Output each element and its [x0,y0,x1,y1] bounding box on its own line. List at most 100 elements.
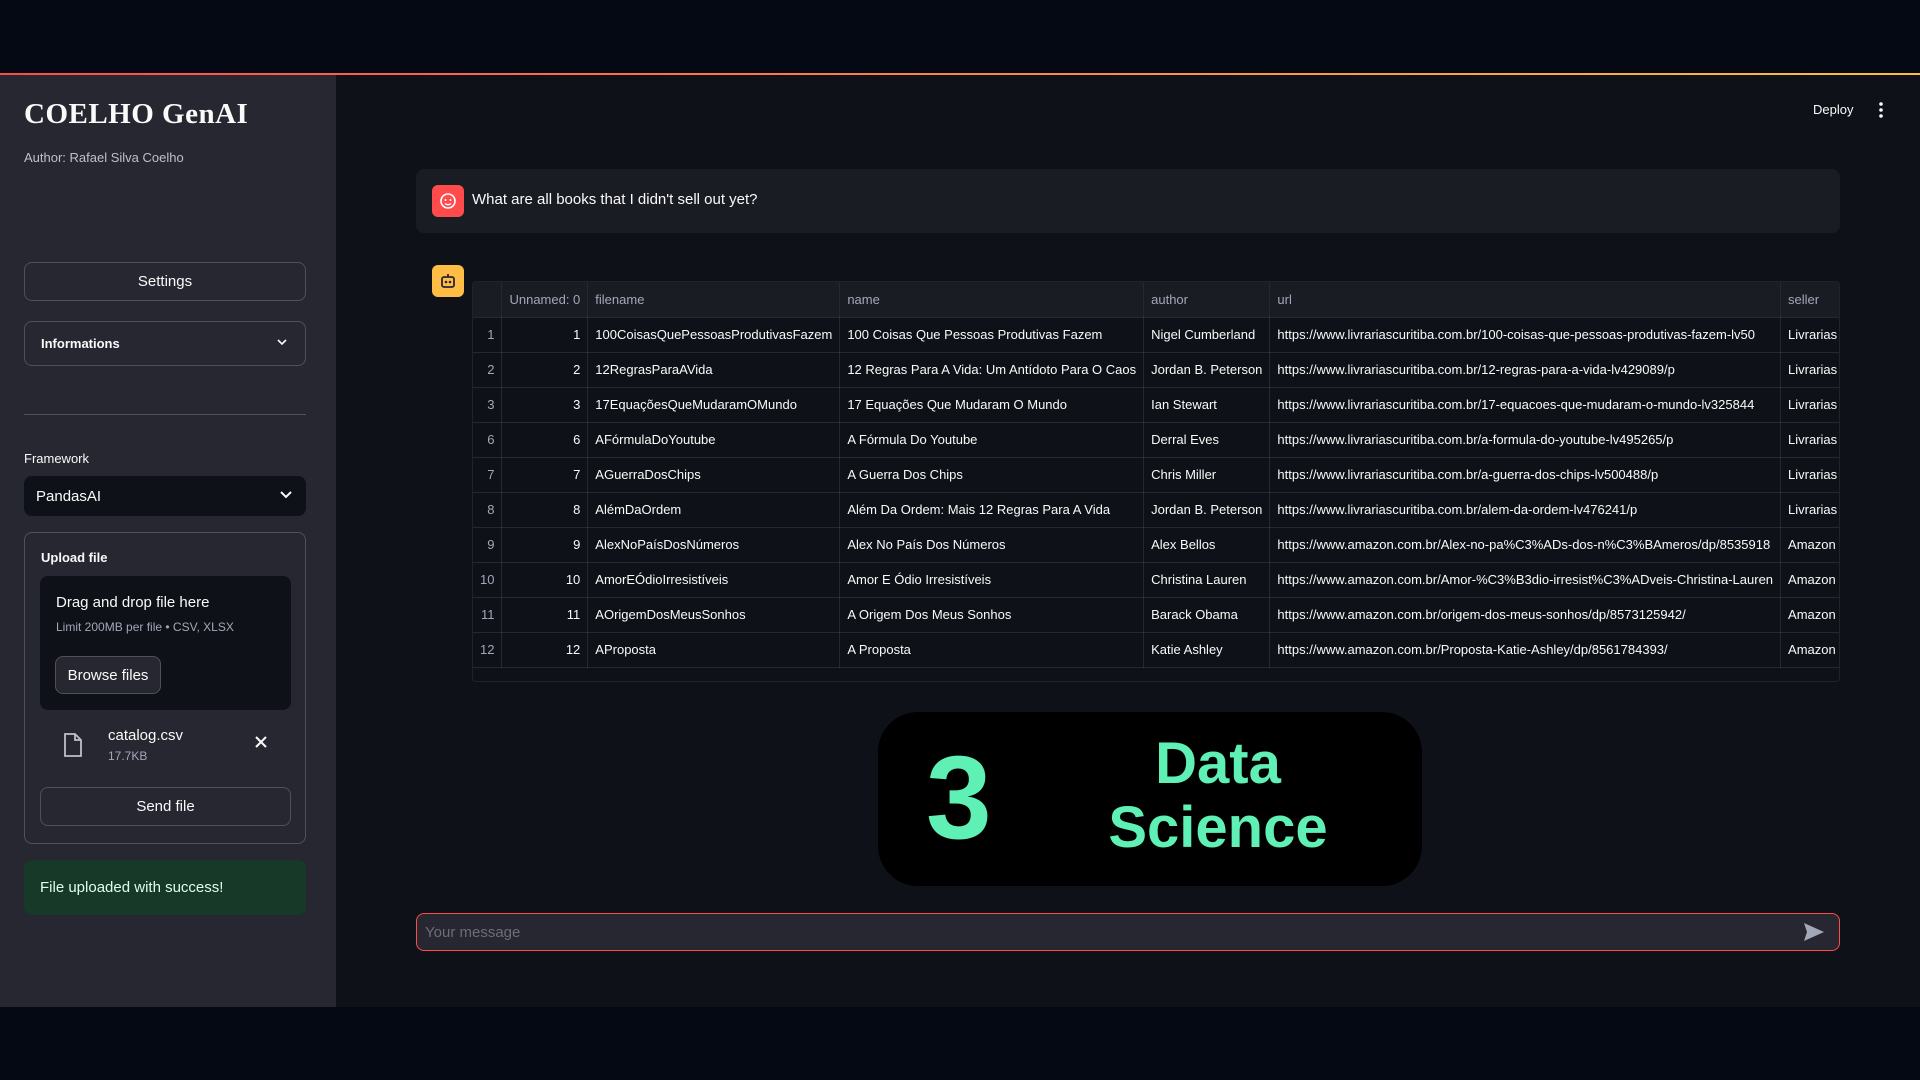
remove-file-icon[interactable] [254,735,268,754]
data-science-badge: 3 Data Science [878,712,1422,886]
table-row: 9 9 AlexNoPaísDosNúmeros Alex No País Dos N… [473,527,1839,563]
table-cell[interactable]: A Proposta [839,632,1145,668]
table-cell[interactable]: 12 [473,632,503,668]
table-cell[interactable]: 17EquaçõesQueMudaramOMundo [587,387,841,423]
table-cell[interactable]: https://www.livrariascuritiba.com.br/17-… [1269,387,1782,423]
table-header-cell[interactable]: filename [587,282,841,318]
table-header-cell[interactable] [473,282,503,318]
table-cell[interactable]: AGuerraDosChips [587,457,841,493]
table-cell[interactable]: 100 Coisas Que Pessoas Produtivas Fazem [839,317,1145,353]
table-cell[interactable]: Amor E Ódio Irresistíveis [839,562,1145,598]
table-cell[interactable]: Nigel Cumberland [1143,317,1271,353]
table-cell[interactable]: 9 [473,527,503,563]
table-cell[interactable]: Amazon [1780,562,1839,598]
table-cell[interactable]: 10 [473,562,503,598]
table-cell[interactable]: 7 [501,457,589,493]
table-header-cell[interactable]: seller [1780,282,1839,318]
table-cell[interactable]: 100CoisasQuePessoasProdutivasFazem [587,317,841,353]
table-cell[interactable]: AFórmulaDoYoutube [587,422,841,458]
main-menu-icon[interactable] [1877,100,1885,120]
table-cell[interactable]: 12 [501,632,589,668]
table-cell[interactable]: Barack Obama [1143,597,1271,633]
user-avatar-icon [432,185,464,217]
table-cell[interactable]: https://www.livrariascuritiba.com.br/a-g… [1269,457,1782,493]
table-cell[interactable]: A Fórmula Do Youtube [839,422,1145,458]
table-cell[interactable]: Chris Miller [1143,457,1271,493]
table-cell[interactable]: 6 [501,422,589,458]
results-dataframe[interactable]: Unnamed: 0 filename name author url seller 11… [472,281,1840,682]
table-row: 12 12 AProposta A Proposta Katie Ashley https… [473,632,1839,668]
table-cell[interactable]: Livrarias C [1780,317,1839,353]
table-cell[interactable]: https://www.amazon.com.br/Alex-no-pa%C3%… [1269,527,1782,563]
send-file-button[interactable]: Send file [40,787,291,826]
table-row: 6 6 AFórmulaDoYoutube A Fórmula Do Youtube D… [473,422,1839,458]
table-cell[interactable]: 11 [473,597,503,633]
table-cell[interactable]: AProposta [587,632,841,668]
table-cell[interactable]: 8 [501,492,589,528]
table-cell[interactable]: 8 [473,492,503,528]
table-cell[interactable]: Livrarias C [1780,457,1839,493]
framework-select[interactable]: PandasAI [24,476,306,516]
table-cell[interactable]: Katie Ashley [1143,632,1271,668]
table-cell[interactable]: https://www.livrariascuritiba.com.br/ale… [1269,492,1782,528]
table-row: 7 7 AGuerraDosChips A Guerra Dos Chips Chris… [473,457,1839,493]
deploy-button[interactable]: Deploy [1813,102,1853,117]
chat-message-input[interactable] [425,914,1785,950]
table-cell[interactable]: 3 [473,387,503,423]
table-cell[interactable]: 7 [473,457,503,493]
table-cell[interactable]: 6 [473,422,503,458]
upload-success-alert: File uploaded with success! [24,860,306,915]
table-cell[interactable]: AlexNoPaísDosNúmeros [587,527,841,563]
table-cell[interactable]: https://www.amazon.com.br/origem-dos-meu… [1269,597,1782,633]
table-cell[interactable]: Ian Stewart [1143,387,1271,423]
table-cell[interactable]: 12RegrasParaAVida [587,352,841,388]
table-cell[interactable]: 9 [501,527,589,563]
table-cell[interactable]: Amazon [1780,632,1839,668]
table-cell[interactable]: A Guerra Dos Chips [839,457,1145,493]
table-cell[interactable]: 3 [501,387,589,423]
informations-expander[interactable]: Informations [24,321,306,366]
table-cell[interactable]: Derral Eves [1143,422,1271,458]
table-cell[interactable]: 1 [473,317,503,353]
table-cell[interactable]: Amazon [1780,597,1839,633]
sidebar-divider [24,414,306,415]
table-header-cell[interactable]: Unnamed: 0 [501,282,589,318]
table-cell[interactable]: 11 [501,597,589,633]
table-cell[interactable]: Livrarias C [1780,387,1839,423]
table-cell[interactable]: 1 [501,317,589,353]
table-row: 2 2 12RegrasParaAVida 12 Regras Para A Vida… [473,352,1839,388]
table-cell[interactable]: AmorEÓdioIrresistíveis [587,562,841,598]
table-cell[interactable]: https://www.livrariascuritiba.com.br/12-… [1269,352,1782,388]
table-cell[interactable]: 17 Equações Que Mudaram O Mundo [839,387,1145,423]
table-cell[interactable]: https://www.amazon.com.br/Proposta-Katie… [1269,632,1782,668]
upload-panel: Upload file Drag and drop file here Limi… [24,532,306,844]
table-cell[interactable]: AlémDaOrdem [587,492,841,528]
table-cell[interactable]: 12 Regras Para A Vida: Um Antídoto Para … [839,352,1145,388]
framework-select-value: PandasAI [36,487,102,505]
table-cell[interactable]: https://www.livrariascuritiba.com.br/a-f… [1269,422,1782,458]
table-cell[interactable]: AOrigemDosMeusSonhos [587,597,841,633]
table-cell[interactable]: Livrarias C [1780,352,1839,388]
file-dropzone[interactable]: Drag and drop file here Limit 200MB per … [40,576,291,710]
table-cell[interactable]: 2 [473,352,503,388]
table-cell[interactable]: https://www.amazon.com.br/Amor-%C3%B3dio… [1269,562,1782,598]
table-cell[interactable]: Christina Lauren [1143,562,1271,598]
table-cell[interactable]: Amazon [1780,527,1839,563]
table-cell[interactable]: Livrarias C [1780,492,1839,528]
table-cell[interactable]: Livrarias C [1780,422,1839,458]
table-cell[interactable]: 2 [501,352,589,388]
table-cell[interactable]: Alex Bellos [1143,527,1271,563]
table-cell[interactable]: 10 [501,562,589,598]
send-icon[interactable] [1803,922,1827,944]
table-cell[interactable]: https://www.livrariascuritiba.com.br/100… [1269,317,1782,353]
table-cell[interactable]: Além Da Ordem: Mais 12 Regras Para A Vid… [839,492,1145,528]
settings-button[interactable]: Settings [24,262,306,301]
table-cell[interactable]: Jordan B. Peterson [1143,352,1271,388]
table-header-cell[interactable]: author [1143,282,1271,318]
table-header-cell[interactable]: name [839,282,1145,318]
table-cell[interactable]: Jordan B. Peterson [1143,492,1271,528]
browse-files-button[interactable]: Browse files [55,656,161,694]
table-cell[interactable]: Alex No País Dos Números [839,527,1145,563]
table-header-cell[interactable]: url [1269,282,1782,318]
table-cell[interactable]: A Origem Dos Meus Sonhos [839,597,1145,633]
